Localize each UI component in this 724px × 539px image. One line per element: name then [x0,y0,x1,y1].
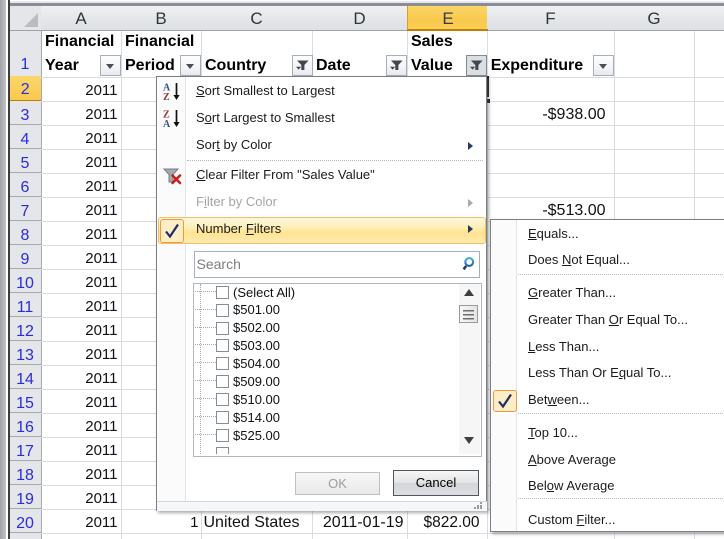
svg-text:Z: Z [163,92,170,103]
svg-text:A: A [163,119,171,130]
